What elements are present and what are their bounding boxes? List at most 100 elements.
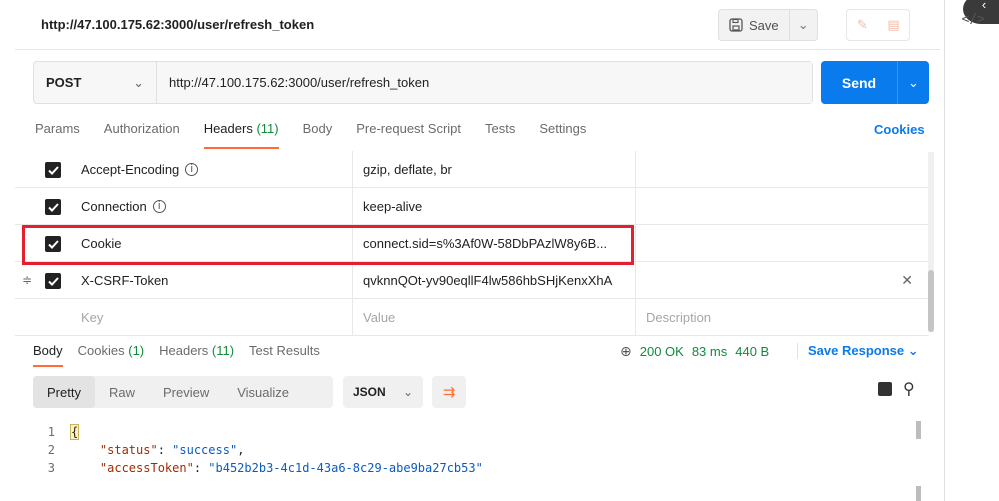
title-tool-group: ✎ ▤ (846, 9, 910, 41)
new-key-input[interactable]: Key (81, 299, 351, 335)
save-button[interactable]: Save (719, 10, 789, 40)
tab-body[interactable]: Body (303, 121, 333, 149)
view-preview[interactable]: Preview (149, 376, 223, 408)
json-comma: , (237, 443, 245, 457)
code-scrollbar-thumb-lower[interactable] (916, 486, 921, 501)
pencil-icon[interactable]: ✎ (847, 10, 878, 40)
tab-settings[interactable]: Settings (539, 121, 586, 149)
tab-params[interactable]: Params (35, 121, 80, 149)
save-response-label: Save Response (808, 343, 905, 358)
header-key[interactable]: Accept-Encoding i (81, 151, 351, 187)
header-description[interactable] (635, 188, 929, 224)
method-select[interactable]: POST ⌄ (34, 62, 157, 103)
tab-label: Body (33, 343, 63, 358)
cookies-link[interactable]: Cookies (874, 122, 925, 137)
docs-icon[interactable]: ▤ (878, 10, 909, 40)
save-label: Save (749, 17, 779, 33)
send-button[interactable]: Send (821, 61, 897, 104)
format-select[interactable]: JSON ⌄ (343, 376, 423, 408)
line-number: 2 (47, 443, 55, 457)
check-icon (47, 202, 59, 212)
delete-row-icon[interactable]: ✕ (901, 262, 913, 298)
header-checkbox[interactable] (45, 273, 61, 289)
globe-icon[interactable]: ⊕ (620, 343, 632, 360)
new-value-input[interactable]: Value (352, 299, 635, 335)
view-raw[interactable]: Raw (95, 376, 149, 408)
line-number: 3 (47, 461, 55, 475)
json-key: "status" (99, 443, 158, 457)
header-value[interactable]: keep-alive (352, 188, 635, 224)
tab-label: Headers (159, 343, 209, 358)
json-value: "b452b2b3-4c1d-43a6-8c29-abe9ba27cb53" (208, 461, 483, 475)
chevron-down-icon: ⌄ (133, 74, 144, 90)
format-label: JSON (353, 385, 386, 399)
status-code[interactable]: 200 OK (640, 344, 684, 359)
response-size[interactable]: 440 B (735, 344, 769, 359)
tab-count: (11) (211, 343, 235, 358)
table-row-new: Key Value Description (15, 299, 929, 336)
header-value[interactable]: gzip, deflate, br (352, 151, 635, 187)
new-description-input[interactable]: Description (635, 299, 929, 335)
code-scrollbar-thumb[interactable] (916, 421, 921, 439)
tab-label: Tests (485, 121, 516, 136)
check-icon (47, 276, 59, 286)
tab-label: Cookies (77, 343, 125, 358)
save-dropdown-chevron-icon[interactable]: ⌄ (788, 10, 817, 40)
wrap-lines-icon[interactable]: ⇉ (432, 376, 466, 408)
url-input[interactable]: http://47.100.175.62:3000/user/refresh_t… (157, 62, 812, 103)
headers-scrollbar[interactable] (928, 152, 934, 332)
tab-count: (1) (128, 343, 145, 358)
scrollbar-thumb[interactable] (928, 270, 934, 332)
request-title[interactable]: http://47.100.175.62:3000/user/refresh_t… (41, 17, 314, 32)
view-mode-segmented: Pretty Raw Preview Visualize (33, 376, 333, 408)
tab-label: Test Results (249, 343, 320, 358)
tab-headers[interactable]: Headers (11) (203, 121, 279, 149)
request-tabs: Params Authorization Headers (11) Body P… (35, 121, 610, 149)
view-pretty[interactable]: Pretty (33, 376, 95, 408)
info-icon[interactable]: i (152, 199, 166, 213)
method-label: POST (46, 75, 82, 90)
save-response-button[interactable]: Save Response ⌄ (797, 343, 919, 359)
header-key-text: X-CSRF-Token (81, 272, 169, 288)
response-body-code[interactable]: 1 { 2 "status": "success", 3 "accessToke… (33, 423, 913, 477)
tab-response-body[interactable]: Body (33, 343, 63, 367)
tab-authorization[interactable]: Authorization (104, 121, 180, 149)
tab-label: Pre-request Script (356, 121, 462, 136)
tab-response-cookies[interactable]: Cookies (1) (78, 343, 144, 367)
info-icon[interactable]: i (185, 162, 199, 176)
tab-label: Authorization (103, 121, 180, 136)
code-snippet-icon[interactable]: </> (962, 12, 985, 27)
code-line: 2 "status": "success", (33, 441, 913, 459)
tab-test-results[interactable]: Test Results (249, 343, 320, 367)
tab-label: Headers (203, 121, 253, 136)
drag-handle-icon[interactable]: ≑ (15, 262, 39, 298)
header-key[interactable]: X-CSRF-Token (81, 262, 351, 298)
header-key[interactable]: Connection i (81, 188, 351, 224)
copy-icon[interactable] (878, 382, 892, 396)
response-time[interactable]: 83 ms (692, 344, 727, 359)
code-line: 3 "accessToken": "b452b2b3-4c1d-43a6-8c2… (33, 459, 913, 477)
header-checkbox[interactable] (45, 199, 61, 215)
open-brace: { (69, 424, 80, 440)
header-description[interactable] (635, 151, 929, 187)
tab-label: Settings (539, 121, 587, 136)
tab-pre-request-script[interactable]: Pre-request Script (356, 121, 461, 149)
response-status: ⊕ 200 OK 83 ms 440 B (620, 343, 769, 360)
header-description[interactable] (635, 262, 929, 298)
header-value[interactable]: qvknnQOt-yv90eqllF4lw586hbSHjKenxXhA (352, 262, 635, 298)
table-row: ≑ X-CSRF-Token qvknnQOt-yv90eqllF4lw586h… (15, 262, 929, 299)
send-dropdown-chevron-icon[interactable]: ⌄ (897, 61, 929, 104)
view-visualize[interactable]: Visualize (223, 376, 303, 408)
header-checkbox[interactable] (45, 162, 61, 178)
header-description[interactable] (635, 225, 929, 261)
save-button-group: Save ⌄ (718, 9, 818, 41)
request-bar: POST ⌄ http://47.100.175.62:3000/user/re… (33, 61, 813, 104)
line-number: 1 (47, 425, 55, 439)
table-row: Connection i keep-alive (15, 188, 929, 225)
code-line: 1 { (33, 423, 913, 441)
json-value: "success" (172, 443, 238, 457)
tab-tests[interactable]: Tests (485, 121, 515, 149)
tab-response-headers[interactable]: Headers (11) (159, 343, 234, 367)
search-icon[interactable]: ⚲ (903, 379, 915, 399)
chevron-down-icon: ⌄ (907, 343, 919, 358)
